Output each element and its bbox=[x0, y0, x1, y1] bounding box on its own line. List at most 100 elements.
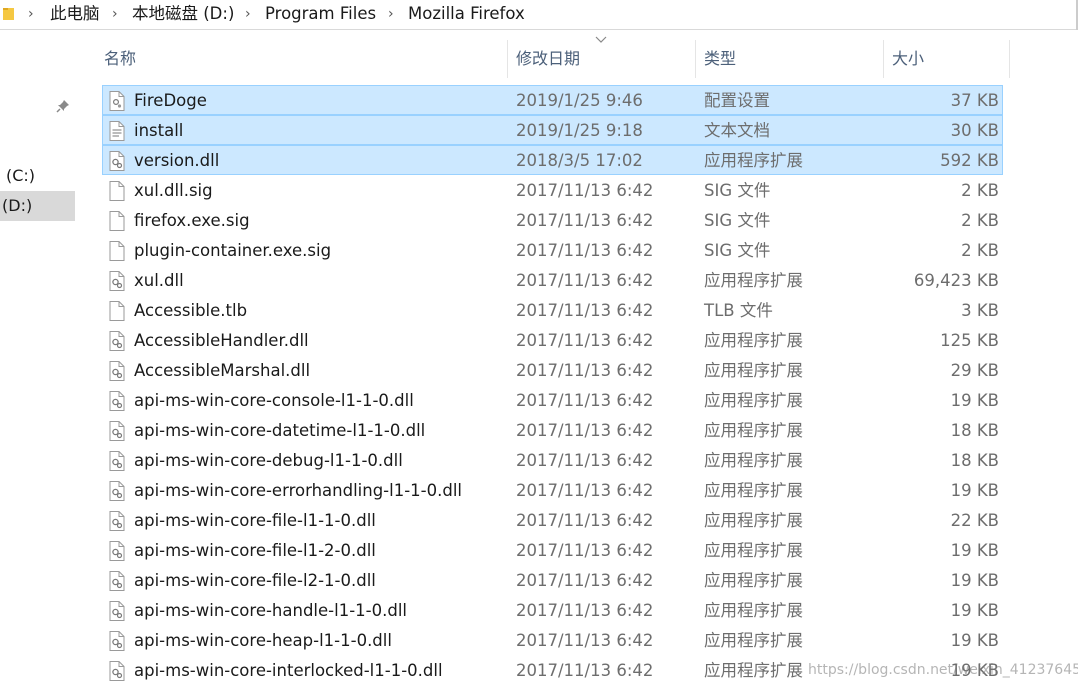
file-date: 2017/11/13 6:42 bbox=[516, 421, 654, 440]
file-type: 应用程序扩展 bbox=[704, 481, 803, 500]
file-name: version.dll bbox=[134, 151, 220, 170]
dll-file-icon bbox=[109, 271, 125, 291]
file-size: 2 KB bbox=[961, 211, 999, 230]
file-date: 2019/1/25 9:18 bbox=[516, 121, 643, 140]
file-type: 应用程序扩展 bbox=[704, 571, 803, 590]
file-row[interactable]: api-ms-win-core-file-l1-1-0.dll 2017/11/1… bbox=[102, 505, 1003, 535]
file-date: 2017/11/13 6:42 bbox=[516, 241, 654, 260]
dll-file-icon bbox=[109, 571, 125, 591]
file-size: 592 KB bbox=[940, 151, 999, 170]
folder-icon bbox=[3, 8, 14, 20]
file-name: api-ms-win-core-file-l2-1-0.dll bbox=[134, 571, 376, 590]
file-row[interactable]: api-ms-win-core-datetime-l1-1-0.dll 2017/… bbox=[102, 415, 1003, 445]
breadcrumb-chevron-icon[interactable]: › bbox=[28, 4, 34, 24]
file-row[interactable]: api-ms-win-core-debug-l1-1-0.dll 2017/11/… bbox=[102, 445, 1003, 475]
file-size: 2 KB bbox=[961, 241, 999, 260]
file-date: 2018/3/5 17:02 bbox=[516, 151, 643, 170]
file-name: api-ms-win-core-interlocked-l1-1-0.dll bbox=[134, 661, 443, 680]
dll-file-icon bbox=[109, 481, 125, 501]
column-header-size[interactable]: 大小 bbox=[885, 40, 1010, 78]
file-row[interactable]: install 2019/1/25 9:18 文本文档 30 KB bbox=[102, 115, 1003, 145]
address-bar[interactable]: › 此电脑 › 本地磁盘 (D:) › Program Files › Mozi… bbox=[0, 0, 1078, 30]
file-date: 2017/11/13 6:42 bbox=[516, 511, 654, 530]
file-size: 18 KB bbox=[950, 451, 999, 470]
file-name: xul.dll.sig bbox=[134, 181, 213, 200]
file-row[interactable]: xul.dll 2017/11/13 6:42 应用程序扩展 69,423 KB bbox=[102, 265, 1003, 295]
breadcrumb-chevron-icon[interactable]: › bbox=[245, 4, 251, 24]
file-type: SIG 文件 bbox=[704, 241, 771, 260]
file-name: FireDoge bbox=[134, 91, 207, 110]
breadcrumb-drive-d[interactable]: 本地磁盘 (D:) bbox=[132, 4, 234, 24]
file-row[interactable]: plugin-container.exe.sig 2017/11/13 6:42 S… bbox=[102, 235, 1003, 265]
file-size: 3 KB bbox=[961, 301, 999, 320]
pin-icon[interactable] bbox=[56, 99, 70, 113]
file-size: 2 KB bbox=[961, 181, 999, 200]
file-type: 文本文档 bbox=[704, 121, 770, 140]
file-row[interactable]: version.dll 2018/3/5 17:02 应用程序扩展 592 KB bbox=[102, 145, 1003, 175]
file-row[interactable]: api-ms-win-core-console-l1-1-0.dll 2017/1… bbox=[102, 385, 1003, 415]
breadcrumb-mozilla-firefox[interactable]: Mozilla Firefox bbox=[408, 4, 525, 24]
file-date: 2017/11/13 6:42 bbox=[516, 661, 654, 680]
file-date: 2017/11/13 6:42 bbox=[516, 211, 654, 230]
file-type: 应用程序扩展 bbox=[704, 361, 803, 380]
file-size: 30 KB bbox=[950, 121, 999, 140]
navigation-pane: (C:) (D:) bbox=[0, 31, 75, 690]
file-type: 应用程序扩展 bbox=[704, 601, 803, 620]
file-size: 19 KB bbox=[950, 391, 999, 410]
file-size: 37 KB bbox=[950, 91, 999, 110]
file-name: firefox.exe.sig bbox=[134, 211, 250, 230]
file-size: 19 KB bbox=[950, 601, 999, 620]
file-date: 2017/11/13 6:42 bbox=[516, 631, 654, 650]
file-row[interactable]: api-ms-win-core-handle-l1-1-0.dll 2017/11… bbox=[102, 595, 1003, 625]
column-header-date[interactable]: 修改日期 bbox=[509, 40, 696, 78]
file-size: 19 KB bbox=[950, 661, 999, 680]
file-type: 应用程序扩展 bbox=[704, 331, 803, 350]
breadcrumb-this-pc[interactable]: 此电脑 bbox=[50, 4, 100, 24]
file-row[interactable]: Accessible.tlb 2017/11/13 6:42 TLB 文件 3 KB bbox=[102, 295, 1003, 325]
file-type: 应用程序扩展 bbox=[704, 541, 803, 560]
file-name: api-ms-win-core-console-l1-1-0.dll bbox=[134, 391, 414, 410]
file-row[interactable]: api-ms-win-core-file-l1-2-0.dll 2017/11/1… bbox=[102, 535, 1003, 565]
file-name: plugin-container.exe.sig bbox=[134, 241, 332, 260]
file-row[interactable]: firefox.exe.sig 2017/11/13 6:42 SIG 文件 2 KB bbox=[102, 205, 1003, 235]
file-type: 应用程序扩展 bbox=[704, 391, 803, 410]
breadcrumb-program-files[interactable]: Program Files bbox=[265, 4, 376, 24]
dll-file-icon bbox=[109, 451, 125, 471]
file-row[interactable]: AccessibleMarshal.dll 2017/11/13 6:42 应用程序… bbox=[102, 355, 1003, 385]
column-header-type[interactable]: 类型 bbox=[697, 40, 884, 78]
blank-file-icon bbox=[109, 181, 125, 201]
file-type: 应用程序扩展 bbox=[704, 511, 803, 530]
file-date: 2017/11/13 6:42 bbox=[516, 541, 654, 560]
file-row[interactable]: api-ms-win-core-errorhandling-l1-1-0.dll… bbox=[102, 475, 1003, 505]
dll-file-icon bbox=[109, 361, 125, 381]
file-type: TLB 文件 bbox=[704, 301, 773, 320]
sort-chevron-icon bbox=[595, 36, 607, 43]
file-date: 2017/11/13 6:42 bbox=[516, 571, 654, 590]
dll-file-icon bbox=[109, 331, 125, 351]
blank-file-icon bbox=[109, 211, 125, 231]
file-size: 69,423 KB bbox=[913, 271, 999, 290]
file-type: 配置设置 bbox=[704, 91, 770, 110]
file-row[interactable]: AccessibleHandler.dll 2017/11/13 6:42 应用程序… bbox=[102, 325, 1003, 355]
file-type: 应用程序扩展 bbox=[704, 421, 803, 440]
dll-file-icon bbox=[109, 601, 125, 621]
dll-file-icon bbox=[109, 511, 125, 531]
file-type: 应用程序扩展 bbox=[704, 151, 803, 170]
file-name: api-ms-win-core-datetime-l1-1-0.dll bbox=[134, 421, 426, 440]
column-header-name[interactable]: 名称 bbox=[97, 40, 508, 78]
file-row[interactable]: api-ms-win-core-interlocked-l1-1-0.dll 20… bbox=[102, 655, 1003, 685]
file-row[interactable]: FireDoge 2019/1/25 9:46 配置设置 37 KB bbox=[102, 85, 1003, 115]
file-type: SIG 文件 bbox=[704, 181, 771, 200]
file-size: 18 KB bbox=[950, 421, 999, 440]
file-row[interactable]: xul.dll.sig 2017/11/13 6:42 SIG 文件 2 KB bbox=[102, 175, 1003, 205]
file-name: AccessibleHandler.dll bbox=[134, 331, 309, 350]
breadcrumb-chevron-icon[interactable]: › bbox=[388, 4, 394, 24]
nav-item-drive-c[interactable]: (C:) bbox=[0, 161, 75, 191]
file-row[interactable]: api-ms-win-core-heap-l1-1-0.dll 2017/11/1… bbox=[102, 625, 1003, 655]
dll-file-icon bbox=[109, 661, 125, 681]
file-type: 应用程序扩展 bbox=[704, 451, 803, 470]
file-size: 29 KB bbox=[950, 361, 999, 380]
nav-item-drive-d[interactable]: (D:) bbox=[0, 191, 75, 221]
file-row[interactable]: api-ms-win-core-file-l2-1-0.dll 2017/11/1… bbox=[102, 565, 1003, 595]
breadcrumb-chevron-icon[interactable]: › bbox=[112, 4, 118, 24]
